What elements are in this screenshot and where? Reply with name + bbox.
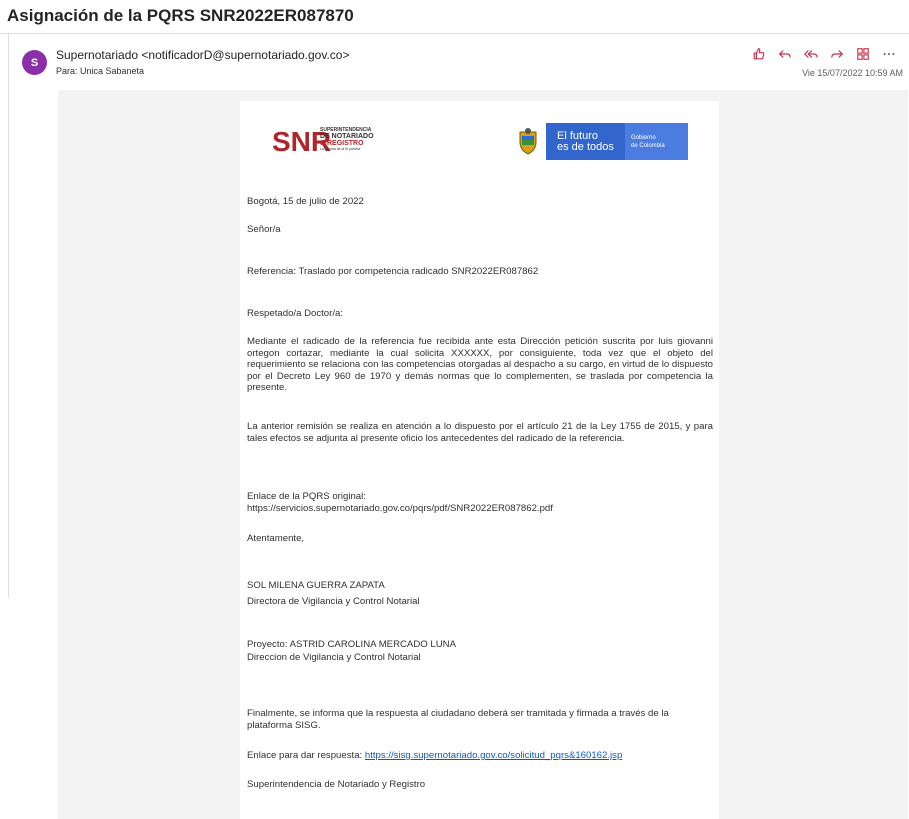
reply-icon[interactable] — [777, 46, 793, 62]
thread-rail — [8, 34, 9, 598]
signer-name: SOL MILENA GUERRA ZAPATA — [247, 580, 385, 591]
original-link-label: Enlace de la PQRS original: — [247, 491, 366, 502]
sender-address[interactable]: Supernotariado <notificadorD@supernotari… — [56, 48, 349, 62]
gov-logo-line2: es de todos — [557, 140, 614, 153]
signer-title: Directora de Vigilancia y Control Notari… — [247, 596, 420, 607]
gov-logo-line4: de Colombia — [631, 142, 665, 149]
response-link-label: Enlace para dar respuesta: — [247, 750, 365, 761]
message-actions — [751, 46, 897, 62]
gov-logo-line3: Gobierno — [631, 134, 656, 141]
response-link[interactable]: https://sisg.supernotariado.gov.co/solic… — [365, 750, 622, 761]
snr-logo: SNR SUPERINTENDENCIA DE NOTARIADO & REGI… — [272, 126, 374, 157]
letter-footer: Superintendencia de Notariado y Registro — [247, 779, 426, 790]
letter-reference: Referencia: Traslado por competencia rad… — [247, 266, 539, 277]
letter-paragraph-1: Mediante el radicado de la referencia fu… — [247, 336, 713, 393]
received-date: Vie 15/07/2022 10:59 AM — [802, 68, 903, 78]
letter-salutation-to: Señor/a — [247, 224, 281, 235]
gov-logo-line1: El futuro — [557, 129, 598, 142]
reply-all-icon[interactable] — [803, 46, 819, 62]
forward-icon[interactable] — [829, 46, 845, 62]
project-name: Proyecto: ASTRID CAROLINA MERCADO LUNA — [247, 639, 456, 650]
project-title: Direccion de Vigilancia y Control Notari… — [247, 652, 421, 663]
response-link-line: Enlace para dar respuesta: https://sisg.… — [247, 750, 713, 762]
letter-date: Bogotá, 15 de julio de 2022 — [247, 196, 364, 207]
snr-logo-line3: & REGISTRO — [320, 140, 364, 147]
letter-closing: Atentamente, — [247, 533, 305, 544]
header-divider — [0, 33, 909, 34]
shield-icon — [510, 123, 546, 160]
email-subject: Asignación de la PQRS SNR2022ER087870 — [7, 6, 354, 25]
gobierno-logo: El futuro es de todos Gobierno de Colomb… — [510, 123, 688, 160]
apps-icon[interactable] — [855, 46, 871, 62]
like-icon[interactable] — [751, 46, 767, 62]
final-note: Finalmente, se informa que la respuesta … — [247, 708, 669, 731]
original-link-url: https://servicios.supernotariado.gov.co/… — [247, 503, 553, 514]
snr-logo-line2: DE NOTARIADO — [320, 133, 374, 140]
more-icon[interactable] — [881, 46, 897, 62]
letter-greeting: Respetado/a Doctor/a: — [247, 308, 343, 319]
recipient-line[interactable]: Para: Unica Sabaneta — [56, 66, 144, 76]
sender-avatar[interactable]: S — [22, 50, 47, 75]
gov-logo-slogan: El futuro es de todos — [546, 123, 625, 160]
gov-logo-name: Gobierno de Colombia — [625, 123, 688, 160]
letter-paragraph-2: La anterior remisión se realiza en atenc… — [247, 421, 713, 444]
snr-logo-line4: La guarda de la fe pública — [320, 147, 360, 151]
